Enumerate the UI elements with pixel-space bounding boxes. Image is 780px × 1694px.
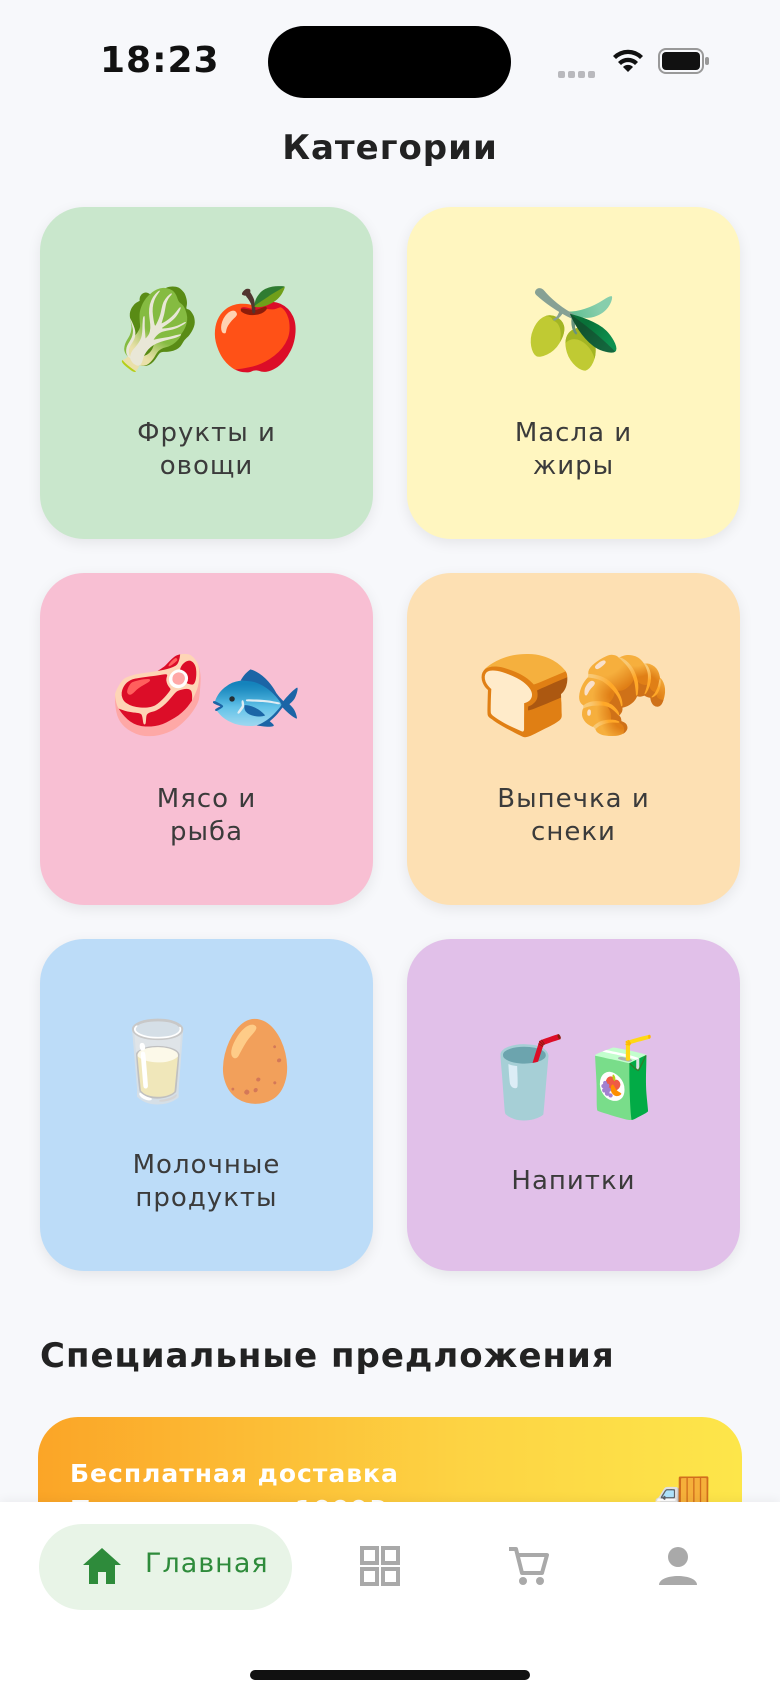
home-indicator xyxy=(250,1670,530,1680)
category-card-drinks[interactable]: 🥤🧃 Напитки xyxy=(407,939,740,1271)
category-card-oils-fats[interactable]: 🫒 Масла и жиры xyxy=(407,207,740,539)
category-label: Фрукты и овощи xyxy=(137,418,276,481)
category-label: Молочные продукты xyxy=(132,1150,281,1213)
category-card-bakery-snacks[interactable]: 🍞🥐 Выпечка и снеки xyxy=(407,573,740,905)
wifi-icon xyxy=(613,49,643,72)
category-card-fruits-vegetables[interactable]: 🥬🍎 Фрукты и овощи xyxy=(40,207,373,539)
status-time: 18:23 xyxy=(100,40,220,81)
nav-home-label: Главная xyxy=(145,1548,269,1579)
cart-icon[interactable] xyxy=(507,1545,549,1587)
category-emoji: 🫒 xyxy=(524,285,623,375)
promo-title: Бесплатная доставка xyxy=(70,1459,399,1488)
battery-icon xyxy=(658,48,709,74)
category-label: Мясо и рыба xyxy=(156,784,257,847)
dynamic-island xyxy=(268,26,511,98)
category-emoji: 🥛🥚 xyxy=(109,1017,304,1107)
cellular-signal-icon xyxy=(558,63,598,78)
category-emoji: 🥩🐟 xyxy=(109,651,304,741)
status-bar: 18:23 xyxy=(0,0,780,120)
bottom-nav: Главная xyxy=(0,1502,780,1694)
category-label: Масла и жиры xyxy=(514,418,633,481)
category-label: Выпечка и снеки xyxy=(497,784,650,847)
category-emoji: 🥤🧃 xyxy=(476,1033,671,1123)
home-icon xyxy=(83,1548,121,1584)
category-card-dairy[interactable]: 🥛🥚 Молочные продукты xyxy=(40,939,373,1271)
special-offers-title: Специальные предложения xyxy=(40,1336,615,1376)
category-emoji: 🍞🥐 xyxy=(476,651,671,741)
nav-home-button[interactable]: Главная xyxy=(39,1524,292,1610)
catalog-icon[interactable] xyxy=(359,1545,401,1587)
profile-icon[interactable] xyxy=(657,1545,699,1587)
category-card-meat-fish[interactable]: 🥩🐟 Мясо и рыба xyxy=(40,573,373,905)
page-title: Категории xyxy=(282,128,498,168)
category-emoji: 🥬🍎 xyxy=(109,285,304,375)
category-label: Напитки xyxy=(511,1166,636,1196)
